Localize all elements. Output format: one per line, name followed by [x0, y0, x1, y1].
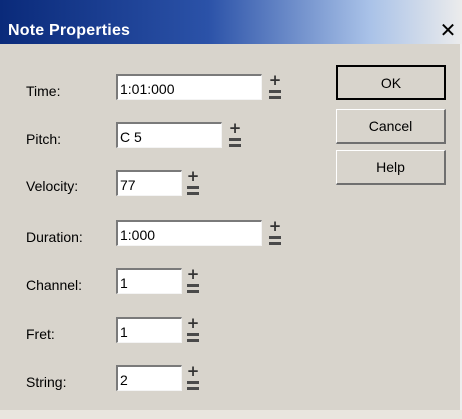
time-label: Time: [26, 83, 61, 99]
increment-icon[interactable]: + [186, 267, 200, 282]
duration-label: Duration: [26, 229, 83, 245]
decrement-icon[interactable] [269, 236, 281, 239]
title-bar[interactable]: Note Properties ✕ [0, 0, 462, 44]
decrement-icon-bar [187, 290, 199, 293]
string-spinner[interactable]: + [186, 364, 200, 392]
decrement-icon[interactable] [187, 381, 199, 384]
increment-icon[interactable]: + [228, 121, 242, 136]
decrement-icon-bar [187, 387, 199, 390]
velocity-spinner[interactable]: + [186, 169, 200, 197]
help-button[interactable]: Help [336, 150, 446, 185]
increment-icon[interactable]: + [268, 219, 282, 234]
close-icon[interactable]: ✕ [437, 19, 459, 41]
pitch-label: Pitch: [26, 131, 62, 147]
decrement-icon-bar [187, 192, 199, 195]
pitch-field[interactable] [116, 122, 222, 148]
decrement-icon[interactable] [229, 138, 241, 141]
string-label: String: [26, 374, 67, 390]
decrement-icon-bar [187, 339, 199, 342]
ok-button[interactable]: OK [336, 65, 446, 100]
cancel-button[interactable]: Cancel [336, 109, 446, 144]
string-field[interactable] [116, 365, 182, 391]
channel-field[interactable] [116, 268, 182, 294]
duration-field[interactable] [116, 220, 262, 246]
decrement-icon[interactable] [269, 90, 281, 93]
decrement-icon[interactable] [187, 284, 199, 287]
increment-icon[interactable]: + [186, 364, 200, 379]
velocity-label: Velocity: [26, 178, 79, 194]
velocity-field[interactable] [116, 170, 182, 196]
fret-spinner[interactable]: + [186, 316, 200, 344]
decrement-icon[interactable] [187, 186, 199, 189]
decrement-icon[interactable] [187, 333, 199, 336]
decrement-icon-bar [269, 96, 281, 99]
fret-field[interactable] [116, 317, 182, 343]
window-title: Note Properties [8, 22, 131, 39]
fret-label: Fret: [26, 326, 55, 342]
channel-spinner[interactable]: + [186, 267, 200, 295]
time-field[interactable] [116, 74, 262, 100]
pitch-spinner[interactable]: + [228, 121, 242, 149]
duration-spinner[interactable]: + [268, 219, 282, 247]
increment-icon[interactable]: + [268, 73, 282, 88]
decrement-icon-bar [229, 144, 241, 147]
window-frame-bottom [0, 410, 462, 419]
decrement-icon-bar [269, 242, 281, 245]
increment-icon[interactable]: + [186, 169, 200, 184]
channel-label: Channel: [26, 277, 83, 293]
increment-icon[interactable]: + [186, 316, 200, 331]
time-spinner[interactable]: + [268, 73, 282, 101]
